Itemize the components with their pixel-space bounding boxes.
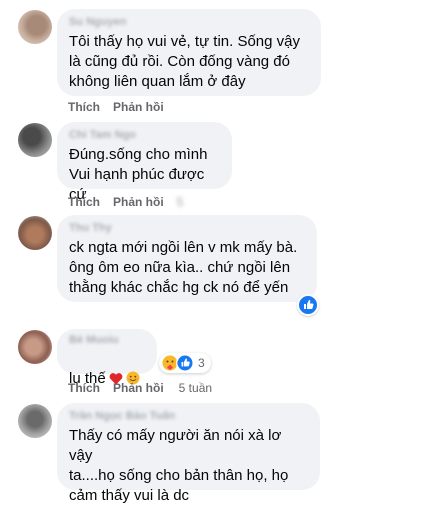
reply-button[interactable]: Phản hồi bbox=[113, 100, 164, 114]
avatar[interactable] bbox=[18, 123, 52, 157]
comment-actions: Thích Phản hồi bbox=[68, 100, 177, 114]
reply-button[interactable]: Phản hồi bbox=[113, 195, 164, 209]
thumbs-up-icon bbox=[304, 300, 314, 309]
comment-text: ck ngta mới ngồi lên v mk mấy bà. ông ôm… bbox=[69, 239, 298, 296]
comment-author[interactable]: Su Nguyen bbox=[69, 16, 309, 30]
reaction-summary[interactable]: 3 bbox=[159, 353, 211, 373]
comment-bubble: Chi Tam Ngo Đúng.sống cho mình Vui hạnh … bbox=[57, 122, 232, 203]
comment-author[interactable]: Chi Tam Ngo bbox=[69, 129, 220, 143]
like-reaction-icon bbox=[176, 354, 194, 372]
reply-button[interactable]: Phản hồi bbox=[113, 381, 164, 395]
comment-timestamp[interactable]: 5 tuần bbox=[179, 381, 212, 395]
comment-author[interactable]: Thu Thy bbox=[69, 222, 305, 236]
comment-timestamp[interactable]: 5 bbox=[177, 195, 184, 209]
comment-author[interactable]: Trần Ngọc Bảo Tuấn bbox=[69, 410, 308, 424]
like-button[interactable]: Thích bbox=[68, 100, 100, 114]
comment-text: Thấy có mấy người ăn nói xà lơ vậy ta...… bbox=[69, 427, 289, 504]
avatar[interactable] bbox=[18, 330, 52, 364]
comment-bubble: Bé Muoiu lu thế bbox=[57, 329, 157, 387]
comment-actions: Thích Phản hồi 5 bbox=[68, 195, 196, 209]
like-button[interactable]: Thích bbox=[68, 381, 100, 395]
comment-author[interactable]: Bé Muoiu bbox=[69, 334, 145, 348]
comment-actions: Thích Phản hồi 5 tuần bbox=[68, 381, 225, 395]
comment-text: Tôi thấy họ vui vẻ, tự tin. Sống vậy là … bbox=[69, 33, 300, 90]
avatar[interactable] bbox=[18, 10, 52, 44]
avatar[interactable] bbox=[18, 216, 52, 250]
comment-bubble: Thu Thy ck ngta mới ngồi lên v mk mấy bà… bbox=[57, 215, 317, 302]
like-reaction-badge[interactable] bbox=[297, 294, 319, 316]
avatar[interactable] bbox=[18, 404, 52, 438]
reaction-count: 3 bbox=[198, 356, 205, 370]
comment-bubble: Su Nguyen Tôi thấy họ vui vẻ, tự tin. Số… bbox=[57, 9, 321, 96]
like-button[interactable]: Thích bbox=[68, 195, 100, 209]
comment-bubble: Trần Ngọc Bảo Tuấn Thấy có mấy người ăn … bbox=[57, 403, 320, 504]
